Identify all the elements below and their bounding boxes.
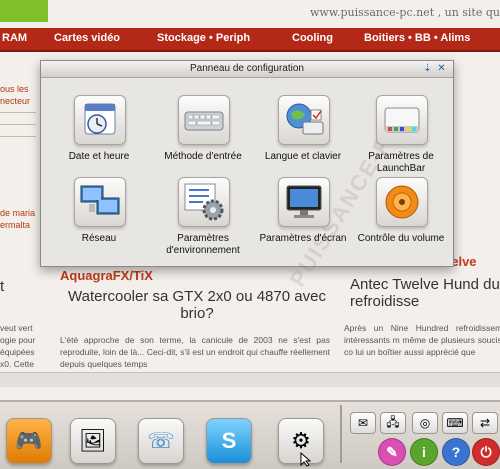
item-label: Contrôle du volume <box>357 233 445 244</box>
nav-item-cooling[interactable]: Cooling <box>292 32 333 44</box>
scroll-strip[interactable] <box>0 372 500 387</box>
nav-item-ram[interactable]: RAM <box>2 32 27 44</box>
article-excerpt: Après un Nine Hundred refroidissement in… <box>344 323 500 357</box>
help-icon[interactable]: ? <box>442 438 470 466</box>
article-kicker[interactable]: AquagraFX/TiX <box>60 268 153 283</box>
left-heading: t <box>0 278 5 295</box>
item-ecran[interactable]: Paramètres d'écran <box>253 177 353 265</box>
item-methode-entree[interactable]: Méthode d'entrée <box>153 95 253 183</box>
wrench-icon[interactable]: ✎ <box>378 438 406 466</box>
sidebar-link[interactable]: de maria <box>0 208 35 218</box>
network-icon[interactable]: ⇄ <box>472 412 498 434</box>
item-environnement[interactable]: Paramètres d'environnement <box>153 177 253 265</box>
info-icon[interactable]: i <box>410 438 438 466</box>
nav-item-stockage[interactable]: Stockage • Periph <box>157 32 250 44</box>
divider <box>0 112 36 113</box>
sidebar-link[interactable]: ous les <box>0 84 29 94</box>
nav-item-boitiers[interactable]: Boitiers • BB • Alims <box>364 32 470 44</box>
site-tagline: www.puissance-pc.net , un site qu <box>310 6 500 19</box>
item-langue-clavier[interactable]: Langue et clavier <box>253 95 353 183</box>
chat-icon[interactable]: ☏ <box>138 418 184 464</box>
nav-item-cartes-video[interactable]: Cartes vidéo <box>54 32 120 44</box>
power-icon[interactable]: ⏻ <box>472 438 500 466</box>
keyboard-icon[interactable]: ⌨ <box>442 412 468 434</box>
article-title[interactable]: Antec Twelve Hund du refroidisse <box>350 276 500 310</box>
item-label: Paramètres d'écran <box>259 233 347 244</box>
disc-icon[interactable]: ◎ <box>412 412 438 434</box>
mouse-cursor-icon <box>300 452 312 467</box>
sidebar-link[interactable]: necteur <box>0 96 30 106</box>
monitor-icon <box>278 177 330 227</box>
close-icon[interactable]: ✕ <box>435 62 448 75</box>
item-reseau[interactable]: Réseau <box>49 177 149 265</box>
article-excerpt: L'été approche de son terme, la canicule… <box>60 335 330 369</box>
clock-calendar-icon <box>74 95 126 145</box>
item-label: Réseau <box>81 233 117 244</box>
photos-icon[interactable]: 🖼 <box>70 418 116 464</box>
divider <box>0 136 36 137</box>
control-panel-window: Panneau de configuration ⇣ ✕ PUISSANCE-P… <box>40 60 454 291</box>
minimize-icon[interactable]: ⇣ <box>421 62 434 75</box>
item-label: Paramètres de LaunchBar <box>368 151 434 174</box>
article-title[interactable]: Watercooler sa GTX 2x0 ou 4870 avec brio… <box>62 288 332 322</box>
item-label: Méthode d'entrée <box>164 151 242 162</box>
dock-separator <box>340 405 342 463</box>
skype-icon[interactable]: S <box>206 418 252 464</box>
keyboard-icon <box>178 95 230 145</box>
gamepad-icon[interactable]: 🎮 <box>6 418 52 464</box>
sidebar-link[interactable]: ermalta <box>0 220 30 230</box>
panel-title: Panneau de configuration <box>190 63 304 74</box>
mail-icon[interactable]: ✉ <box>350 412 376 434</box>
item-label: Langue et clavier <box>264 151 342 162</box>
monitor-network-icon[interactable]: 🖧 <box>380 412 406 434</box>
site-logo[interactable] <box>0 0 48 22</box>
site-navbar: RAM Cartes vidéo Stockage • Periph Cooli… <box>0 28 500 52</box>
item-label: Paramètres d'environnement <box>166 233 240 256</box>
item-volume[interactable]: Contrôle du volume <box>351 177 451 265</box>
item-date-heure[interactable]: Date et heure <box>49 95 149 183</box>
item-launchbar[interactable]: Paramètres de LaunchBar <box>351 95 451 183</box>
launchbar-icon <box>376 95 428 145</box>
globe-keyboard-icon <box>278 95 330 145</box>
panel-titlebar[interactable]: Panneau de configuration ⇣ ✕ <box>41 61 453 78</box>
network-icon <box>74 177 126 227</box>
speaker-icon <box>376 177 428 227</box>
divider <box>0 124 36 125</box>
item-label: Date et heure <box>68 151 130 162</box>
environment-gear-icon <box>178 177 230 227</box>
left-text: veut vert ogie pour équipées x0. Cette <box>0 323 36 369</box>
